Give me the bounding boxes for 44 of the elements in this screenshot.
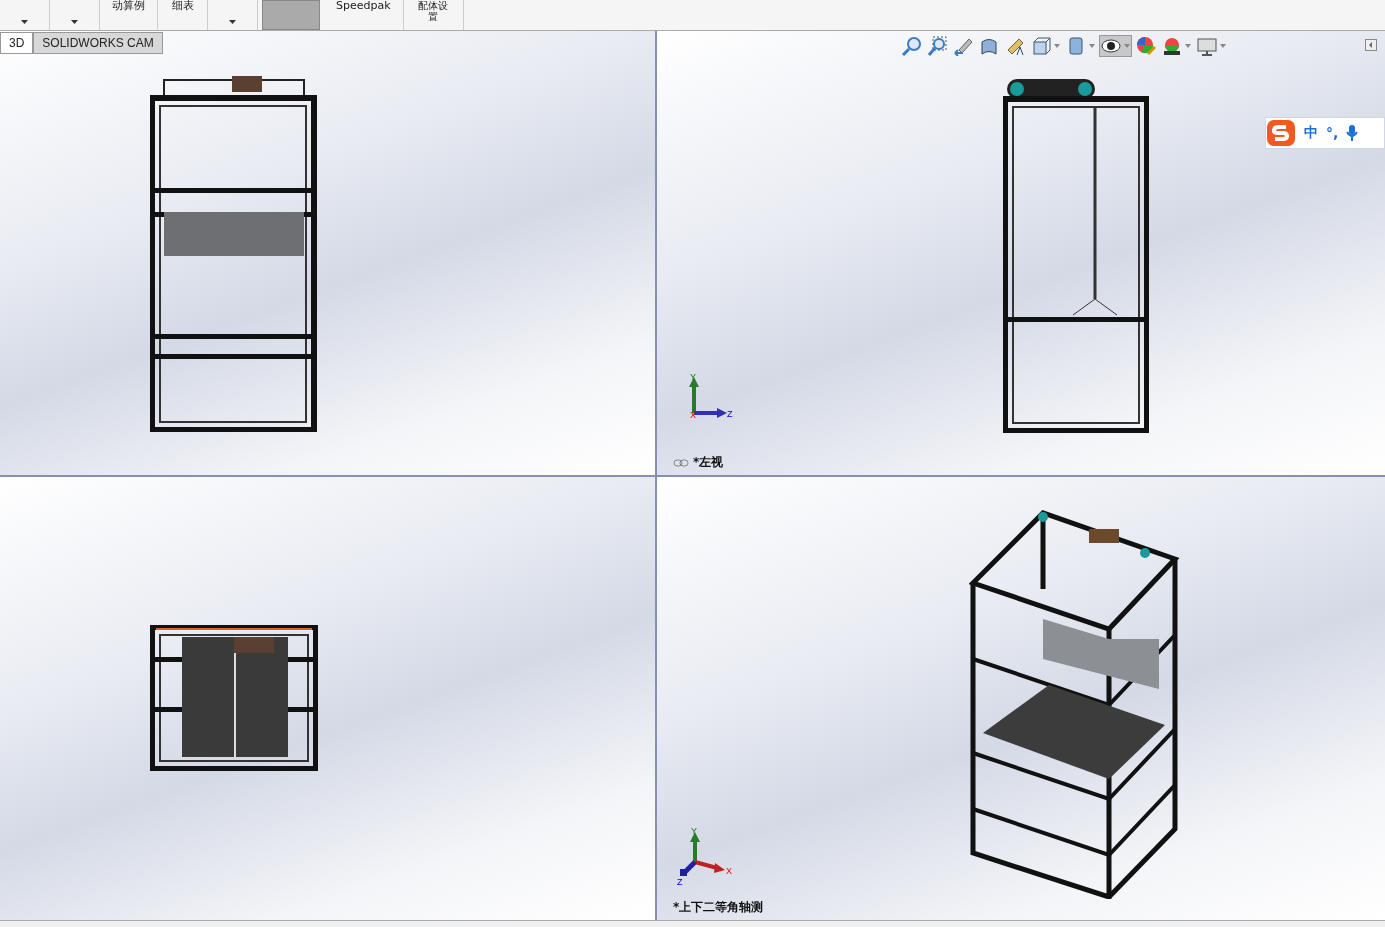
display-icon bbox=[1197, 36, 1217, 56]
appearance-icon bbox=[1136, 36, 1156, 56]
caret-icon bbox=[1185, 44, 1191, 48]
section-icon bbox=[979, 36, 999, 56]
axis-label: Z bbox=[677, 877, 683, 886]
appearance-tool-button[interactable] bbox=[1134, 35, 1158, 57]
caret-icon bbox=[1089, 44, 1095, 48]
zoom-area-icon bbox=[927, 36, 947, 56]
orientation-icon bbox=[1031, 36, 1051, 56]
display-style-icon bbox=[1066, 36, 1086, 56]
axis-label: Y bbox=[691, 826, 697, 836]
caret-icon bbox=[21, 20, 28, 24]
previous-icon bbox=[953, 36, 973, 56]
zoom-fit-icon bbox=[901, 36, 921, 56]
axis-label: Y bbox=[690, 373, 696, 382]
axis-label: X bbox=[690, 410, 696, 420]
ribbon-button[interactable]: 动算例 bbox=[100, 0, 158, 30]
hide-show-tool-button[interactable] bbox=[1099, 35, 1132, 57]
caret-icon bbox=[1054, 44, 1060, 48]
panel-toggle-icon[interactable] bbox=[1365, 39, 1377, 51]
ime-mode[interactable]: 中 bbox=[1304, 124, 1318, 142]
ribbon-button[interactable]: Speedpak bbox=[324, 0, 404, 30]
ribbon-button[interactable]: 细表 bbox=[158, 0, 208, 30]
ime-logo-icon[interactable] bbox=[1266, 119, 1296, 147]
axis-arrows-drawing bbox=[680, 832, 725, 876]
axis-label: X bbox=[726, 866, 732, 876]
scene-icon bbox=[1162, 36, 1182, 56]
ribbon-button[interactable]: 配体设置 bbox=[403, 0, 464, 30]
view-name: *上下二等角轴测 bbox=[673, 899, 764, 916]
ime-punctuation[interactable]: °, bbox=[1326, 125, 1339, 141]
zoom-area-tool-button[interactable] bbox=[925, 35, 949, 57]
microphone-icon[interactable] bbox=[1346, 124, 1359, 142]
annotation-icon bbox=[1005, 36, 1025, 56]
view-name: *左视 bbox=[693, 454, 724, 471]
zoom-fit-tool-button[interactable] bbox=[899, 35, 923, 57]
hide-show-icon bbox=[1101, 36, 1121, 56]
caret-icon bbox=[1124, 44, 1130, 48]
command-tab[interactable]: SOLIDWORKS CAM bbox=[33, 32, 163, 54]
caret-icon bbox=[229, 20, 236, 24]
caret-icon bbox=[71, 20, 78, 24]
command-tab[interactable]: 3D bbox=[0, 32, 34, 54]
caret-icon bbox=[1220, 44, 1226, 48]
display-tool-button[interactable] bbox=[1195, 35, 1228, 57]
axis-label: Z bbox=[727, 409, 733, 419]
